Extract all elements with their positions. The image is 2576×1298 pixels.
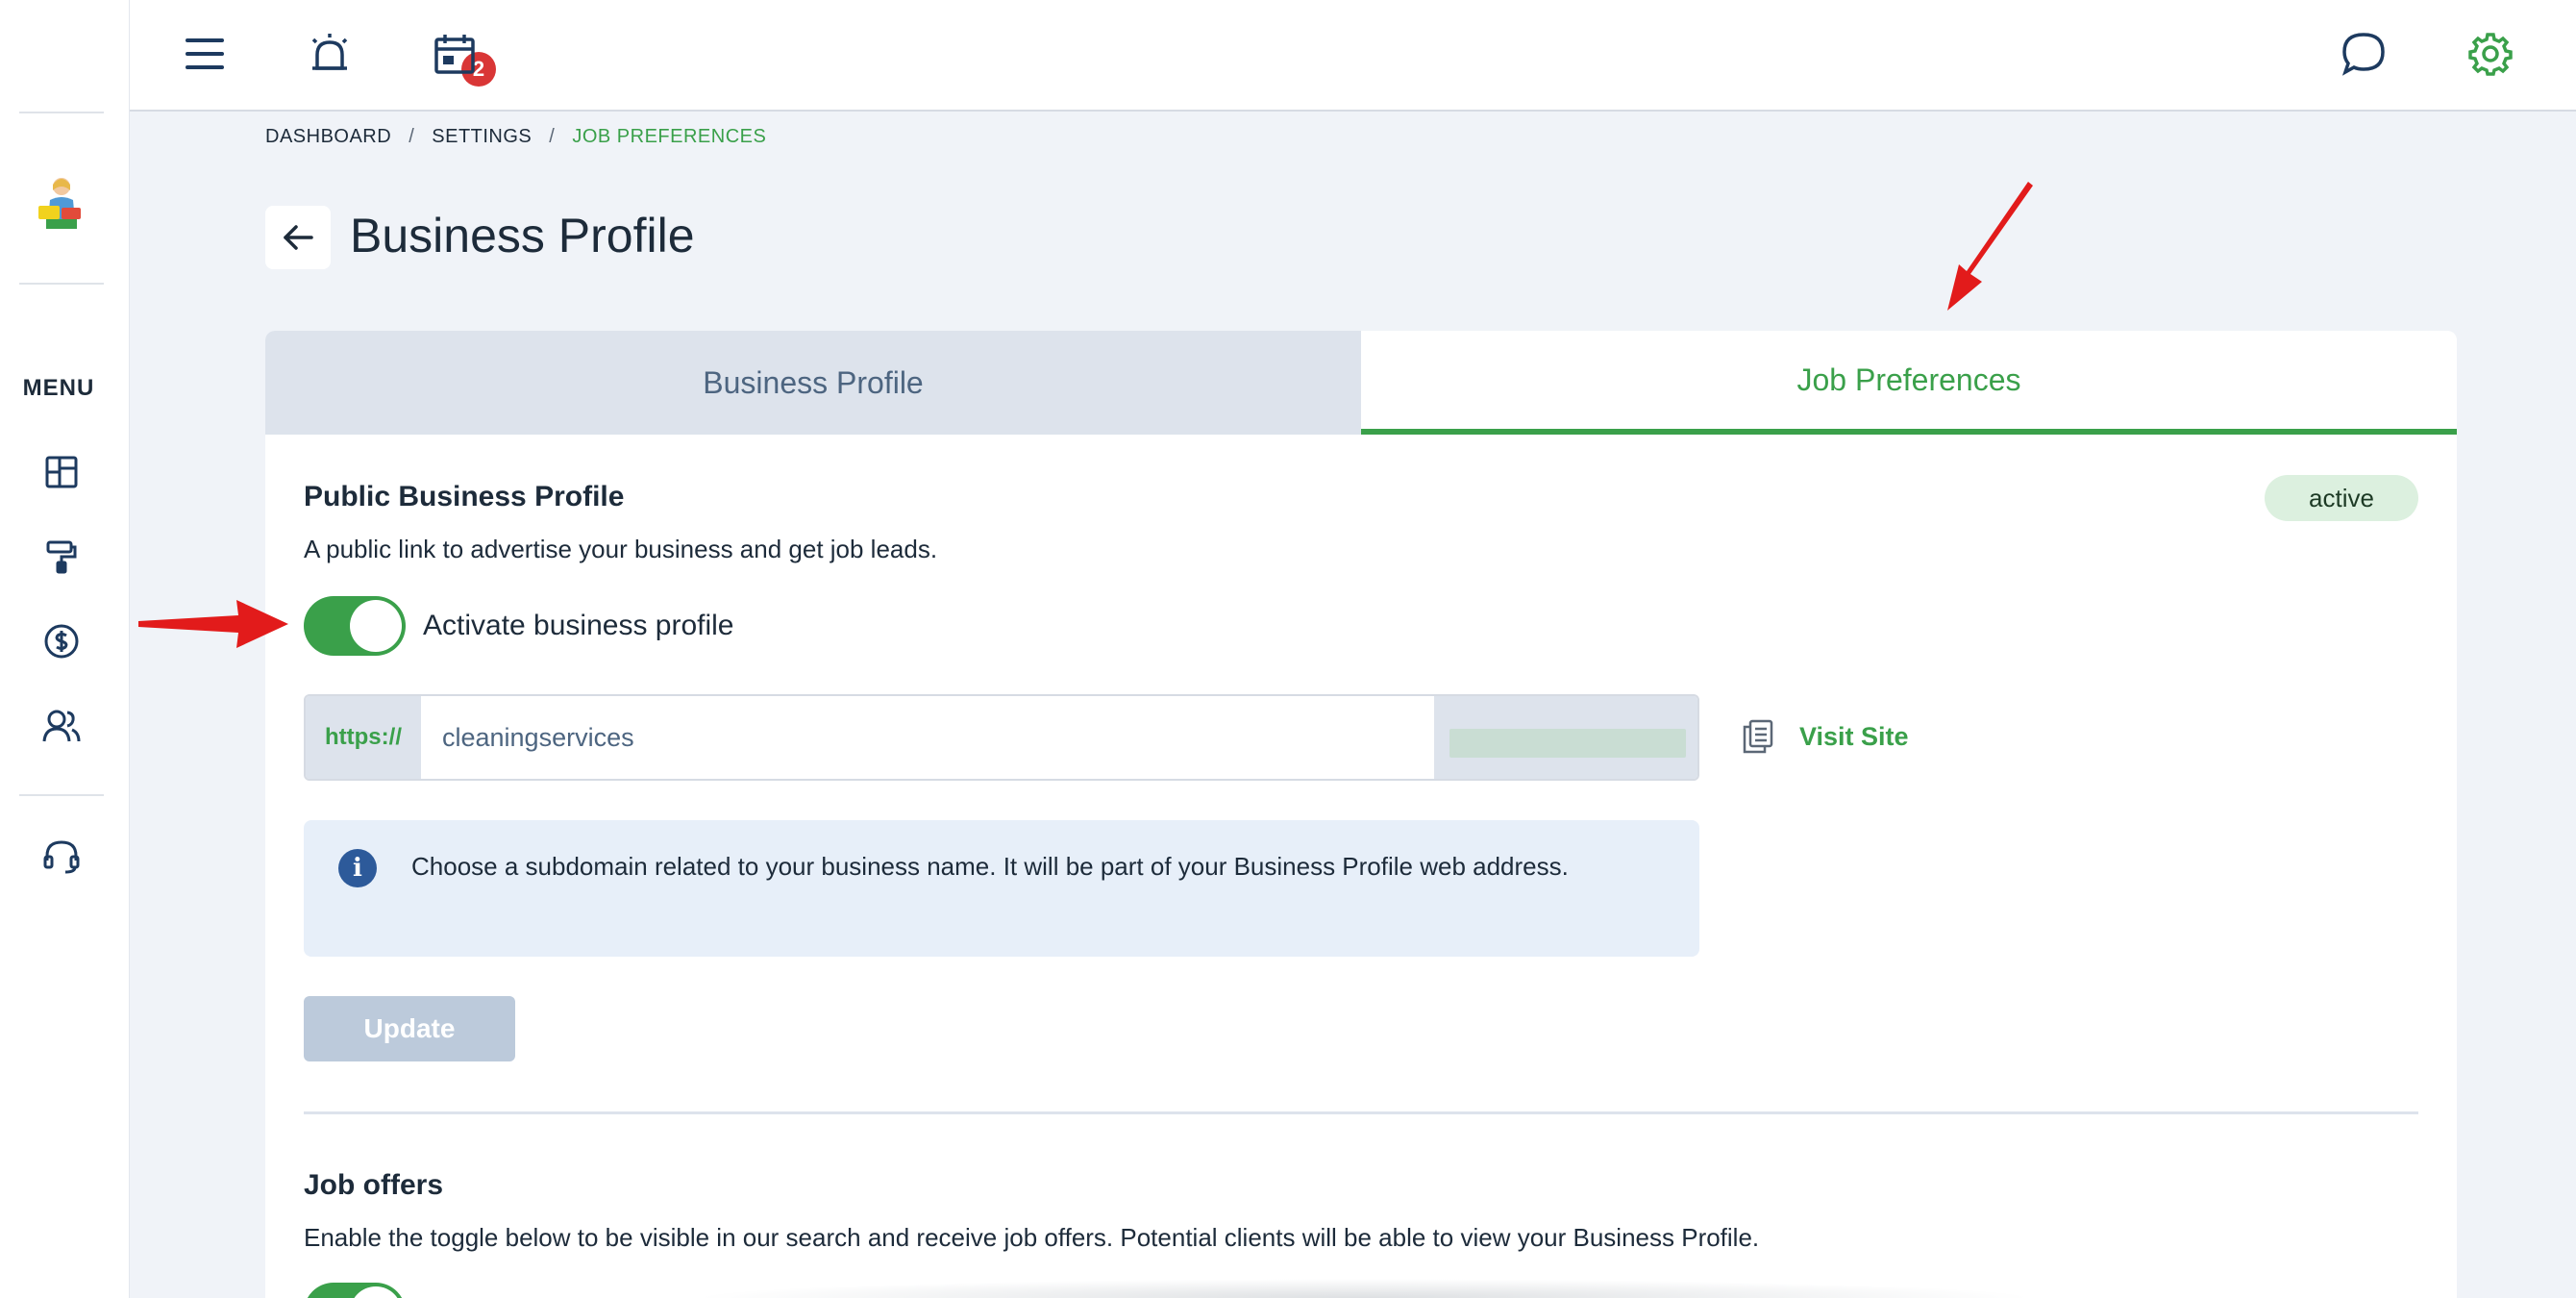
breadcrumb-separator: /: [409, 126, 415, 147]
sidebar-divider: [19, 283, 104, 285]
visit-site-link[interactable]: Visit Site: [1742, 719, 1909, 754]
page-title: Business Profile: [350, 209, 695, 262]
activate-profile-label: Activate business profile: [423, 610, 734, 641]
activate-profile-toggle[interactable]: [304, 596, 406, 656]
calendar-icon[interactable]: [428, 27, 482, 81]
subdomain-input[interactable]: [421, 696, 1434, 779]
visit-site-label: Visit Site: [1799, 721, 1909, 751]
settings-gear-icon[interactable]: [2464, 27, 2517, 81]
update-button[interactable]: Update: [304, 996, 515, 1061]
info-text: Choose a subdomain related to your busin…: [411, 852, 1569, 881]
breadcrumb: DASHBOARD / SETTINGS / JOB PREFERENCES: [265, 126, 766, 148]
chat-icon[interactable]: [2337, 27, 2390, 81]
sidebar-divider: [19, 112, 104, 113]
tab-job-preferences[interactable]: Job Preferences: [1361, 331, 2457, 435]
redacted-domain: [1449, 729, 1686, 758]
copy-document-icon: [1743, 719, 1773, 754]
sidebar-divider: [19, 794, 104, 796]
public-profile-title: Public Business Profile: [304, 481, 625, 512]
users-icon[interactable]: [39, 704, 84, 748]
dollar-icon[interactable]: [39, 619, 84, 663]
domain-suffix: [1434, 696, 1697, 779]
tab-bar: Business Profile Job Preferences: [265, 331, 2457, 435]
paint-roller-icon[interactable]: [39, 535, 84, 579]
alarm-bell-icon[interactable]: [303, 27, 357, 81]
breadcrumb-job-preferences: JOB PREFERENCES: [572, 126, 767, 147]
public-profile-description: A public link to advertise your business…: [304, 535, 938, 563]
subdomain-input-group: https://: [304, 694, 1699, 781]
info-icon: i: [338, 849, 377, 887]
business-avatar[interactable]: [35, 171, 88, 235]
back-button[interactable]: [265, 206, 331, 269]
tab-business-profile[interactable]: Business Profile: [265, 331, 1361, 435]
toggle-knob: [350, 600, 402, 652]
arrow-left-icon: [284, 225, 313, 250]
annotation-arrow-icon: [1947, 182, 2033, 311]
headset-icon[interactable]: [39, 835, 84, 879]
breadcrumb-settings[interactable]: SETTINGS: [432, 126, 532, 148]
dashboard-icon[interactable]: [39, 450, 84, 494]
job-offers-title: Job offers: [304, 1169, 444, 1201]
menu-label: MENU: [22, 375, 95, 401]
annotation-arrow-icon: [138, 600, 288, 648]
section-divider: [304, 1111, 2418, 1114]
sidebar: MENU: [0, 0, 130, 1298]
breadcrumb-separator: /: [549, 126, 556, 147]
hamburger-menu-icon[interactable]: [178, 27, 232, 81]
status-badge: active: [2265, 475, 2418, 521]
job-offers-description: Enable the toggle below to be visible in…: [304, 1223, 1760, 1252]
settings-card: Business Profile Job Preferences Public …: [265, 331, 2457, 1298]
url-prefix: https://: [306, 696, 421, 779]
info-box: i Choose a subdomain related to your bus…: [304, 820, 1699, 957]
toggle-knob: [350, 1286, 402, 1298]
bottom-shadow: [692, 1279, 2038, 1298]
top-bar: 2: [130, 0, 2576, 112]
breadcrumb-dashboard[interactable]: DASHBOARD: [265, 126, 391, 148]
job-offers-toggle[interactable]: [304, 1283, 406, 1298]
